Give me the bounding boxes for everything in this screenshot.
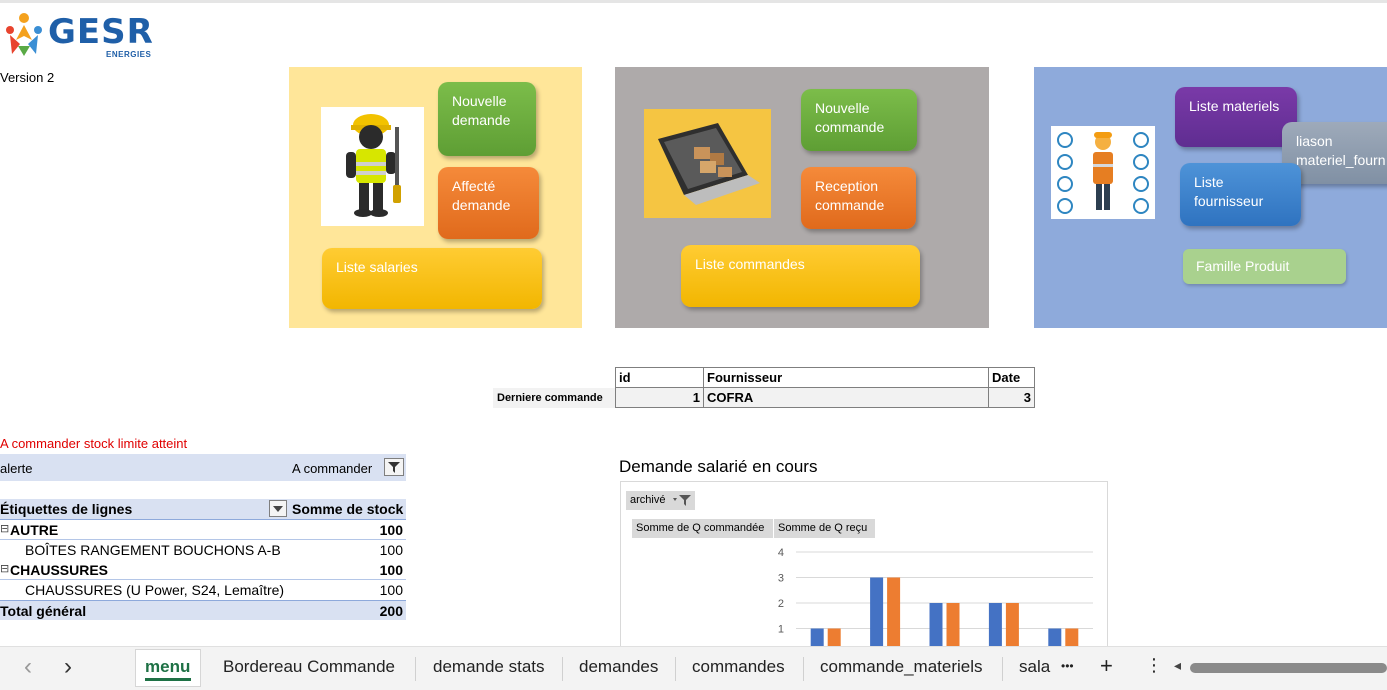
order-reception-button[interactable]: Reception commande: [801, 167, 916, 229]
y-tick-label: 1: [778, 624, 784, 636]
add-sheet-button[interactable]: +: [1100, 653, 1113, 679]
cell-id: 1: [615, 387, 704, 408]
new-request-button[interactable]: Nouvelle demande: [438, 82, 536, 156]
pivot-row-label: BOÎTES RANGEMENT BOUCHONS A-B: [25, 542, 281, 558]
panel-materials: Liste materiels liason materiel_fourn Li…: [1034, 67, 1387, 328]
prev-sheet-button[interactable]: ‹: [24, 653, 32, 681]
bar-series-2: [887, 577, 901, 654]
bar-series-1: [870, 577, 884, 654]
y-tick-label: 4: [778, 547, 784, 559]
pivot-filter-field: alerte: [0, 461, 33, 476]
sheet-options-button[interactable]: ⋮: [1145, 655, 1163, 676]
worker-illustration-icon: [346, 114, 401, 217]
scroll-left-arrow[interactable]: ◂: [1174, 657, 1181, 674]
pivot-total-row: Total général 200: [0, 600, 406, 620]
pivot-row-labels-dropdown[interactable]: [269, 500, 287, 517]
table-row: 1 COFRA 3: [615, 387, 1035, 408]
panel-salaries: Nouvelle demande Affecté demande Liste s…: [289, 67, 582, 328]
laptop-image: [644, 109, 771, 218]
pivot-header-row: Étiquettes de lignes Somme de stock: [0, 499, 406, 520]
order-list-button[interactable]: Liste commandes: [681, 245, 920, 307]
logo-subtext: ENERGIES: [106, 50, 152, 59]
material-list-button[interactable]: Liste materiels: [1175, 87, 1297, 147]
y-tick-label: 2: [778, 598, 784, 610]
bar-chart: 1 2 3 4: [778, 547, 1093, 654]
pivot-filter-value: A commander: [292, 461, 373, 476]
assigned-request-button[interactable]: Affecté demande: [438, 167, 539, 239]
y-tick-label: 3: [778, 573, 784, 585]
tab-menu[interactable]: menu: [145, 657, 190, 677]
col-header-date: Date: [988, 367, 1035, 388]
tab-separator: [803, 657, 804, 681]
chart-title: Demande salarié en cours: [619, 457, 818, 476]
cell-date: 3: [988, 387, 1035, 408]
last-order-table: id Fournisseur Date 1 COFRA 3: [615, 367, 1035, 408]
company-logo: GESR ENERGIES: [0, 6, 180, 62]
pivot-row-value: 200: [379, 603, 403, 619]
tab-sala[interactable]: sala: [1019, 657, 1050, 677]
more-tabs-button[interactable]: •••: [1061, 659, 1074, 673]
collapse-toggle-icon[interactable]: ⊟: [0, 522, 9, 535]
col-header-supplier: Fournisseur: [703, 367, 989, 388]
tab-separator: [562, 657, 563, 681]
pivot-row-label: Total général: [0, 603, 87, 619]
new-order-button[interactable]: Nouvelle commande: [801, 89, 917, 151]
last-order-label: Derniere commande: [493, 388, 615, 408]
tab-demande-stats[interactable]: demande stats: [433, 657, 545, 677]
window-top-border: [0, 0, 1387, 3]
pivot-group-row: ⊟ AUTRE 100: [0, 520, 406, 540]
tab-separator: [1002, 657, 1003, 681]
dropdown-arrow-icon: [273, 505, 283, 512]
tab-separator: [675, 657, 676, 681]
stock-limit-note: A commander stock limite atteint: [0, 436, 188, 451]
pivot-row-labels-header: Étiquettes de lignes: [0, 501, 133, 517]
filter-icon: [388, 461, 400, 473]
laptop-delivery-icon: [644, 109, 771, 218]
product-family-button[interactable]: Famille Produit: [1183, 249, 1346, 284]
chart-area: archivé Somme de Q commandée Somme de Q …: [620, 481, 1108, 656]
pivot-value-header: Somme de stock: [292, 501, 404, 517]
sheet-tab-bar: ‹ › menu Bordereau Commande demande stat…: [0, 646, 1387, 690]
pivot-row-value: 100: [379, 542, 403, 558]
tab-bordereau-commande[interactable]: Bordereau Commande: [223, 657, 395, 677]
pivot-filter-row: alerte A commander: [0, 454, 406, 481]
worker-image: [321, 107, 424, 226]
tab-separator: [415, 657, 416, 681]
pivot-item-row: BOÎTES RANGEMENT BOUCHONS A-B 100: [0, 540, 406, 560]
horizontal-scrollbar-thumb[interactable]: [1190, 663, 1387, 673]
pivot-row-value: 100: [379, 522, 403, 538]
logo-people-icon: [6, 13, 42, 56]
panel-orders: Nouvelle commande Reception commande Lis…: [615, 67, 989, 328]
supplier-list-button[interactable]: Liste fournisseur: [1180, 163, 1301, 226]
tab-commandes[interactable]: commandes: [692, 657, 785, 677]
version-label: Version 2: [0, 70, 55, 85]
pivot-item-row: CHAUSSURES (U Power, S24, Lemaître) 100: [0, 580, 406, 600]
cell-supplier: COFRA: [703, 387, 989, 408]
col-header-id: id: [615, 367, 704, 388]
logo-text: GESR: [48, 12, 154, 52]
table-header-row: id Fournisseur Date: [615, 367, 1035, 388]
pivot-row-value: 100: [379, 562, 403, 578]
tab-demandes[interactable]: demandes: [579, 657, 658, 677]
pivot-row-label: CHAUSSURES: [10, 562, 109, 578]
pivot-filter-button[interactable]: [384, 458, 404, 476]
ppe-image: [1051, 126, 1155, 219]
active-tab-underline: [145, 678, 191, 681]
pivot-group-row: ⊟ CHAUSSURES 100: [0, 560, 406, 580]
employee-list-button[interactable]: Liste salaries: [322, 248, 542, 309]
pivot-row-label: AUTRE: [10, 522, 59, 538]
next-sheet-button[interactable]: ›: [64, 653, 72, 681]
collapse-toggle-icon[interactable]: ⊟: [0, 562, 9, 575]
tab-commande-materiels[interactable]: commande_materiels: [820, 657, 983, 677]
ppe-worker-icon: [1057, 132, 1149, 214]
pivot-row-value: 100: [379, 582, 403, 598]
pivot-row-label: CHAUSSURES (U Power, S24, Lemaître): [25, 582, 285, 598]
